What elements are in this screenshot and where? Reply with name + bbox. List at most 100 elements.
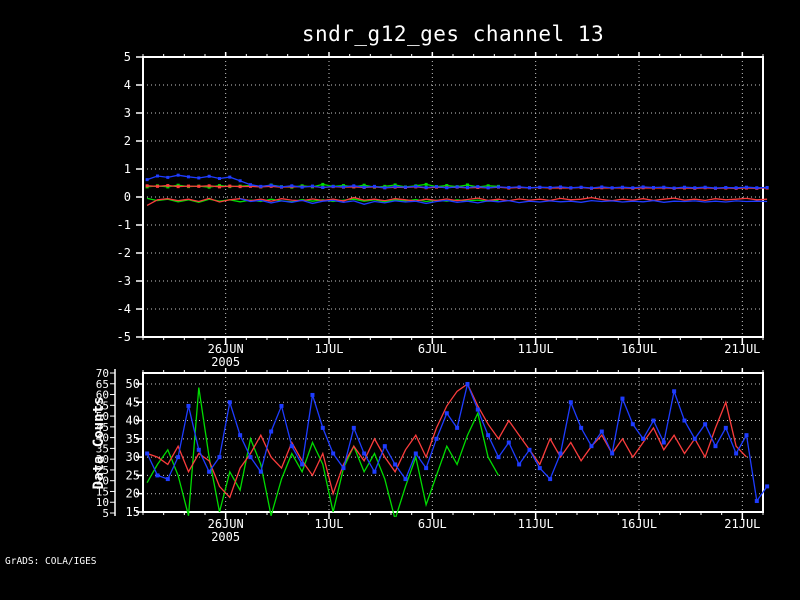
- marker: [217, 177, 221, 181]
- y-axis-title: Data Counts: [91, 397, 107, 490]
- marker: [734, 186, 738, 190]
- marker: [672, 389, 677, 394]
- marker: [382, 444, 387, 449]
- x-tick-label: 21JUL: [724, 517, 760, 531]
- marker: [651, 185, 655, 189]
- marker: [527, 447, 532, 452]
- marker: [548, 477, 553, 482]
- marker: [352, 184, 356, 188]
- marker: [320, 425, 325, 430]
- marker: [486, 186, 490, 190]
- x-tick-label: 6JUL: [418, 342, 447, 356]
- marker: [620, 396, 625, 401]
- marker: [424, 466, 429, 471]
- marker: [228, 184, 232, 188]
- marker: [248, 455, 253, 460]
- marker: [610, 451, 615, 456]
- marker: [166, 175, 170, 179]
- marker: [186, 403, 191, 408]
- marker: [145, 451, 150, 456]
- x-tick-label: 11JUL: [518, 517, 554, 531]
- x-tick-label: 16JUL: [621, 517, 657, 531]
- marker: [269, 183, 273, 187]
- marker: [351, 425, 356, 430]
- marker: [703, 185, 707, 189]
- marker: [165, 477, 170, 482]
- marker: [569, 186, 573, 190]
- y-tick-label: 25: [126, 468, 140, 482]
- marker: [403, 477, 408, 482]
- marker: [434, 436, 439, 441]
- marker: [527, 186, 531, 190]
- bottom-panel: 26JUN2005 1JUL 6JUL 11JUL 16JUL 21JUL 50 45 40 35…: [96, 367, 770, 544]
- y-tick-label: 4: [124, 78, 131, 92]
- y-tick-label: 35: [126, 432, 140, 446]
- y-tick-label: -1: [117, 218, 131, 232]
- marker: [238, 185, 242, 189]
- marker: [155, 473, 160, 478]
- marker: [506, 440, 511, 445]
- marker: [331, 451, 336, 456]
- series-blue-counts: [146, 381, 768, 503]
- marker: [444, 411, 449, 416]
- marker: [155, 174, 159, 178]
- marker: [197, 176, 201, 180]
- marker: [754, 499, 759, 504]
- marker: [558, 185, 562, 189]
- marker: [600, 185, 604, 189]
- markers-blue-counts: [145, 381, 770, 504]
- grads-window: sndr_g12_ges channel 13 26JUN 2005 1JUL 6JU…: [0, 0, 800, 600]
- y-tick-label: 2: [124, 134, 131, 148]
- marker: [362, 451, 367, 456]
- marker: [227, 400, 232, 405]
- marker: [207, 184, 211, 188]
- marker: [693, 186, 697, 190]
- x-tick-label: 16JUL: [621, 342, 657, 356]
- marker: [176, 185, 180, 189]
- marker: [486, 433, 491, 438]
- marker: [765, 484, 770, 489]
- y-tick-label: 50: [126, 377, 140, 391]
- marker: [197, 184, 201, 188]
- marker: [537, 466, 542, 471]
- marker: [734, 451, 739, 456]
- series-layer: [145, 173, 769, 206]
- marker: [620, 185, 624, 189]
- marker: [496, 185, 500, 189]
- marker: [538, 185, 542, 189]
- y-tick-label: 15: [126, 505, 140, 519]
- marker: [496, 455, 501, 460]
- marker: [217, 455, 222, 460]
- marker: [403, 185, 407, 189]
- outer-axis-label: 5: [102, 507, 109, 520]
- marker: [238, 433, 243, 438]
- marker: [455, 185, 459, 189]
- y-tick-label: -4: [117, 302, 131, 316]
- chart-title: sndr_g12_ges channel 13: [302, 22, 604, 46]
- marker: [661, 440, 666, 445]
- marker: [672, 186, 676, 190]
- x-tick-label: 6JUL: [418, 517, 447, 531]
- marker: [579, 425, 584, 430]
- marker: [238, 179, 242, 183]
- marker: [372, 469, 377, 474]
- marker: [176, 173, 180, 177]
- marker: [289, 444, 294, 449]
- marker: [341, 185, 345, 189]
- plot-frame: [142, 372, 764, 513]
- y-tick-label: 30: [126, 450, 140, 464]
- grads-watermark: GrADS: COLA/IGES: [5, 556, 97, 567]
- marker: [414, 184, 418, 188]
- marker: [455, 425, 460, 430]
- marker: [641, 185, 645, 189]
- y-tick-label: 5: [124, 50, 131, 64]
- x-tick-label: 21JUL: [724, 342, 760, 356]
- series-red-counts: [146, 383, 747, 499]
- marker: [641, 436, 646, 441]
- y-tick-label: 40: [126, 414, 140, 428]
- marker: [507, 185, 511, 189]
- marker: [517, 185, 521, 189]
- marker: [207, 174, 211, 178]
- marker: [310, 184, 314, 188]
- marker: [258, 469, 263, 474]
